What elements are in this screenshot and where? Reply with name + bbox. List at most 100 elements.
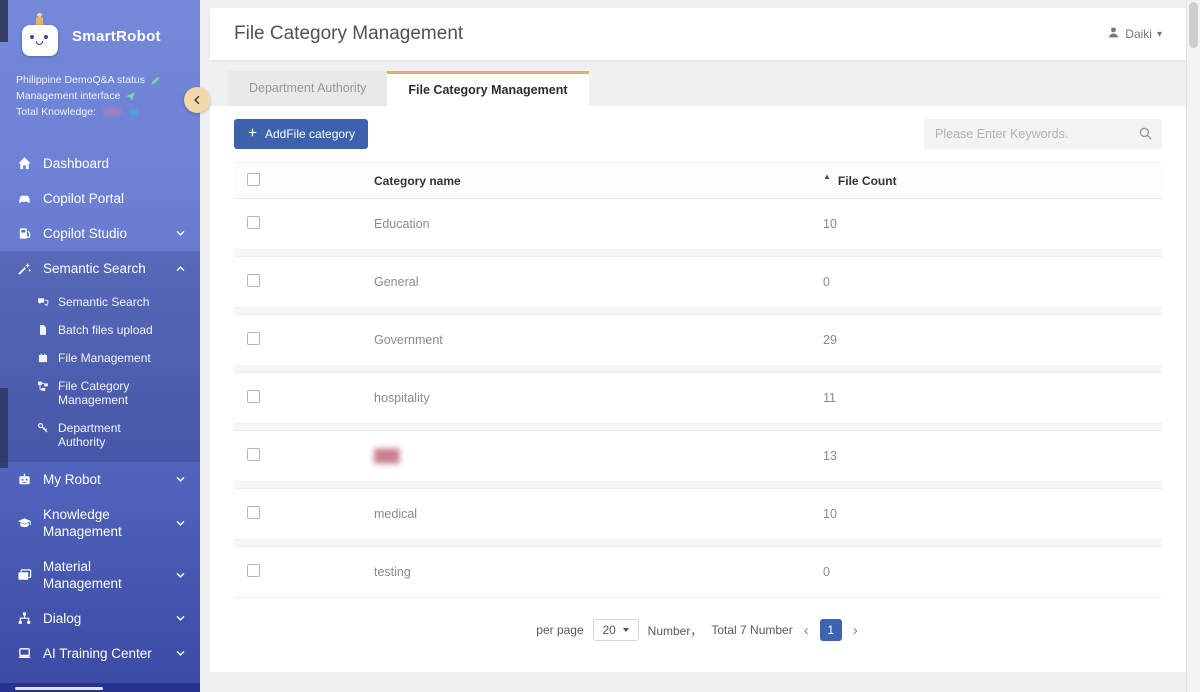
car-icon — [17, 191, 32, 206]
sidebar-subitem-file-management[interactable]: File Management — [0, 344, 200, 372]
sidebar-subitem-batch-files-upload[interactable]: Batch files upload — [0, 316, 200, 344]
toolbar: AddFile category — [210, 106, 1186, 158]
sort-asc-icon[interactable]: ▲ — [823, 172, 831, 181]
sidebar-item-ai-training-center[interactable]: AI Training Center — [0, 636, 200, 671]
file-count-value: 11 — [823, 391, 836, 405]
table-row: Government 29 — [234, 315, 1162, 366]
sidebar-item-label: Copilot Studio — [43, 225, 164, 242]
row-divider — [234, 250, 1162, 257]
file-count-label: File Count — [838, 174, 897, 188]
sidebar-item-my-robot[interactable]: My Robot — [0, 462, 200, 497]
brand-name: SmartRobot — [72, 28, 161, 45]
row-checkbox[interactable] — [247, 390, 260, 403]
sidebar-item-clipped[interactable] — [0, 683, 200, 692]
sidebar-scrollbar-thumb[interactable] — [0, 388, 8, 468]
table-header: Category name ▲ File Count — [234, 162, 1162, 199]
row-divider — [234, 424, 1162, 431]
home-icon — [17, 156, 32, 171]
knowledge-chat-icon — [128, 107, 139, 118]
category-name: Government — [374, 333, 443, 347]
app-window: SmartRobot Philippine DemoQ&A status Man… — [0, 0, 1200, 692]
sidebar-item-copilot-studio[interactable]: Copilot Studio — [0, 216, 200, 251]
per-page-select[interactable]: 20 — [593, 619, 639, 641]
sidebar-item-semantic-search[interactable]: Semantic Search — [0, 251, 200, 286]
laptop-icon — [17, 646, 32, 661]
sidebar-item-dashboard[interactable]: Dashboard — [0, 146, 200, 181]
file-icon — [37, 323, 49, 336]
brand: SmartRobot — [0, 0, 200, 62]
user-menu[interactable]: Daiki ▾ — [1107, 26, 1162, 42]
smartrobot-logo-icon — [22, 16, 60, 56]
row-checkbox[interactable] — [247, 274, 260, 287]
images-icon — [17, 568, 32, 583]
column-header-category-name[interactable]: Category name — [364, 174, 807, 188]
edit-pencil-icon[interactable] — [150, 75, 161, 86]
sidebar-subitem-label: Department Authority — [58, 421, 168, 449]
add-button-label: AddFile category — [265, 127, 355, 141]
search-icon[interactable] — [1138, 126, 1153, 146]
chevron-down-icon — [175, 474, 186, 485]
sidebar-subitem-file-category-management[interactable]: File Category Management — [0, 372, 200, 414]
select-all-checkbox[interactable] — [247, 173, 260, 186]
chevron-down-icon — [175, 648, 186, 659]
sidebar-item-label: My Robot — [43, 471, 164, 488]
paper-plane-icon[interactable] — [125, 91, 136, 102]
category-name: medical — [374, 507, 417, 521]
tab-file-category-management[interactable]: File Category Management — [387, 71, 588, 106]
tab-department-authority[interactable]: Department Authority — [228, 71, 387, 106]
table-row: medical 10 — [234, 489, 1162, 540]
status-line: Philippine DemoQ&A status — [16, 72, 145, 88]
file-count-value: 29 — [823, 333, 837, 347]
file-count-value: 10 — [823, 217, 837, 231]
sidebar-item-label: Material Management — [43, 558, 164, 592]
prev-page-button[interactable]: ‹ — [802, 623, 811, 638]
sidebar-item-label: Dashboard — [43, 155, 186, 172]
submenu: Semantic Search Batch files upload File Ma… — [0, 286, 200, 462]
chevron-down-icon: ▾ — [1157, 29, 1162, 40]
row-checkbox[interactable] — [247, 332, 260, 345]
vertical-scrollbar[interactable] — [1186, 0, 1200, 692]
next-page-button[interactable]: › — [851, 623, 860, 638]
row-checkbox[interactable] — [247, 448, 260, 461]
file-count-value: 13 — [823, 449, 837, 463]
sidebar-item-knowledge-management[interactable]: Knowledge Management — [0, 497, 200, 549]
category-name: testing — [374, 565, 411, 579]
category-name: General — [374, 275, 418, 289]
row-checkbox[interactable] — [247, 506, 260, 519]
add-file-category-button[interactable]: AddFile category — [234, 119, 368, 149]
row-checkbox[interactable] — [247, 216, 260, 229]
sidebar-scrollbar[interactable] — [0, 0, 8, 42]
table-row: hospitality 11 — [234, 373, 1162, 424]
user-name: Daiki — [1125, 27, 1152, 41]
sidebar-subitem-label: Batch files upload — [58, 323, 153, 337]
key-icon — [37, 421, 49, 434]
user-icon — [1107, 26, 1120, 42]
category-name: hospitality — [374, 391, 430, 405]
sidebar-item-label: Copilot Portal — [43, 190, 186, 207]
column-header-file-count[interactable]: ▲ File Count — [807, 174, 1162, 188]
sidebar-info: Philippine DemoQ&A status Management int… — [0, 62, 200, 128]
sidebar-subitem-label: File Management — [58, 351, 151, 365]
sidebar-item-material-management[interactable]: Material Management — [0, 549, 200, 601]
table-row: testing0 — [234, 547, 1162, 598]
file-count-value: 10 — [823, 507, 837, 521]
sidebar-collapse-button[interactable] — [184, 87, 210, 113]
sidebar-subitem-semantic-search[interactable]: Semantic Search — [0, 288, 200, 316]
comments-icon — [37, 295, 49, 308]
pagination: per page 20 Number， Total 7 Number ‹ 1 › — [210, 598, 1186, 653]
sidebar-subitem-department-authority[interactable]: Department Authority — [0, 414, 200, 456]
graduation-cap-icon — [17, 516, 32, 531]
table-row: Education10 — [234, 199, 1162, 250]
scrollbar-thumb[interactable] — [1189, 2, 1198, 48]
tab-bar: Department Authority File Category Manag… — [228, 71, 1186, 106]
row-checkbox[interactable] — [247, 564, 260, 577]
sidebar-item-dialog[interactable]: Dialog — [0, 601, 200, 636]
page-1-button[interactable]: 1 — [820, 619, 842, 641]
org-chart-icon — [17, 611, 32, 626]
chevron-down-icon — [175, 570, 186, 581]
total-label: Total 7 Number — [711, 623, 792, 637]
search-input[interactable] — [924, 119, 1162, 149]
row-divider — [234, 366, 1162, 373]
unit-label: Number， — [648, 622, 703, 639]
sidebar-item-copilot-portal[interactable]: Copilot Portal — [0, 181, 200, 216]
